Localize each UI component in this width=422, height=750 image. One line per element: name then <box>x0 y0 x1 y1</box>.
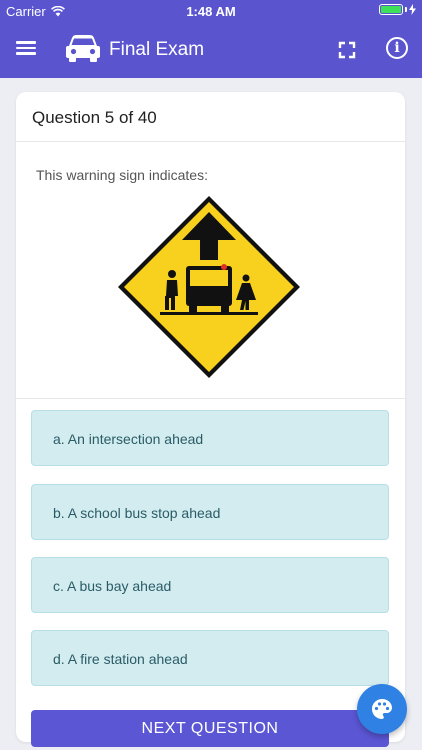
info-icon[interactable]: i <box>386 37 408 59</box>
question-card: Question 5 of 40 This warning sign indic… <box>16 92 405 742</box>
status-bar: Carrier 1:48 AM <box>0 0 422 22</box>
palette-icon <box>372 699 392 719</box>
menu-icon[interactable] <box>14 38 38 62</box>
charging-bolt-icon <box>409 4 416 15</box>
app-bar: Final Exam i <box>0 22 422 78</box>
page-title: Final Exam <box>109 39 205 60</box>
car-icon <box>66 35 100 62</box>
option-c[interactable]: c. A bus bay ahead <box>31 557 389 613</box>
battery-icon <box>379 4 416 15</box>
question-prompt: This warning sign indicates: <box>36 167 208 183</box>
card-divider <box>16 398 405 399</box>
school-bus-stop-ahead-sign-icon <box>118 196 300 378</box>
option-d[interactable]: d. A fire station ahead <box>31 630 389 686</box>
status-time: 1:48 AM <box>186 4 236 19</box>
theme-fab-button[interactable] <box>357 684 407 734</box>
option-a[interactable]: a. An intersection ahead <box>31 410 389 466</box>
next-question-button[interactable]: NEXT QUESTION <box>31 710 389 747</box>
option-b[interactable]: b. A school bus stop ahead <box>31 484 389 540</box>
fullscreen-icon[interactable] <box>336 39 358 61</box>
question-counter: Question 5 of 40 <box>16 92 405 142</box>
